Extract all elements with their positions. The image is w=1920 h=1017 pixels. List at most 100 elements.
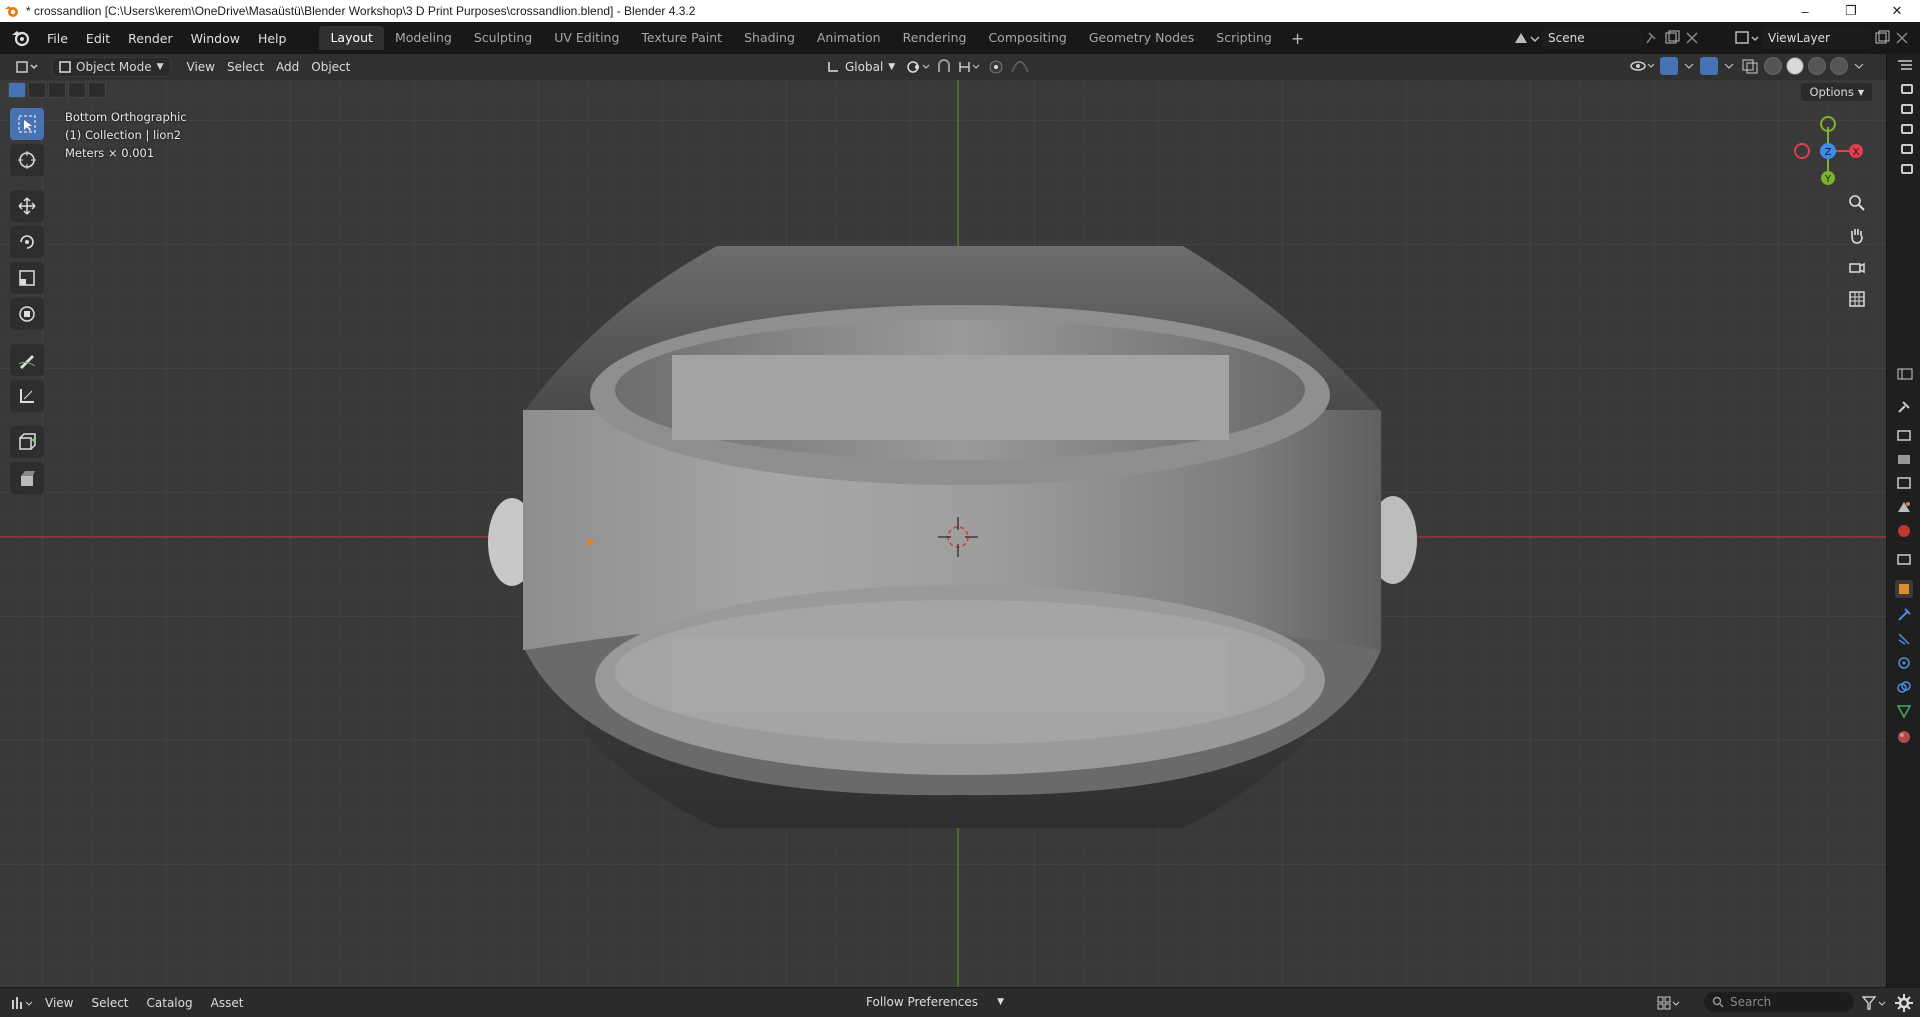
solid-shading-icon[interactable] [1786, 57, 1804, 75]
tool-settings-icon[interactable] [1895, 398, 1913, 416]
menu-edit[interactable]: Edit [77, 27, 119, 50]
select-subtract-icon[interactable] [48, 82, 66, 98]
outliner-type-icon[interactable] [1896, 58, 1914, 72]
camera-visibility-icon[interactable] [1901, 164, 1913, 174]
new-scene-icon[interactable] [1662, 29, 1682, 47]
output-properties-icon[interactable] [1895, 450, 1913, 468]
camera-view-icon[interactable] [1846, 256, 1868, 278]
extrude-tool[interactable] [10, 462, 44, 494]
maximize-button[interactable]: ❐ [1828, 0, 1874, 22]
navigation-gizmo[interactable]: Z X Y [1776, 100, 1886, 190]
camera-visibility-icon[interactable] [1901, 104, 1913, 114]
transform-tool[interactable] [10, 298, 44, 330]
menu-window[interactable]: Window [182, 27, 249, 50]
select-intersect-icon[interactable] [88, 82, 106, 98]
import-method-dropdown[interactable]: Follow Preferences ▼ [860, 992, 1010, 1012]
rendered-shading-icon[interactable] [1830, 57, 1848, 75]
pin-icon[interactable] [1642, 29, 1662, 47]
tab-scripting[interactable]: Scripting [1205, 26, 1283, 50]
world-properties-icon[interactable] [1895, 522, 1913, 540]
select-invert-icon[interactable] [68, 82, 86, 98]
tab-rendering[interactable]: Rendering [892, 26, 978, 50]
properties-type-icon[interactable] [1896, 367, 1914, 381]
orientation-dropdown[interactable]: Global ▼ [820, 57, 901, 77]
proportional-edit-icon[interactable] [987, 58, 1005, 76]
scene-name-field[interactable]: Scene [1542, 27, 1642, 49]
particles-properties-icon[interactable] [1895, 630, 1913, 648]
material-shading-icon[interactable] [1808, 57, 1826, 75]
scene-selector[interactable]: Scene [1512, 26, 1702, 50]
cursor-tool[interactable] [10, 144, 44, 176]
data-properties-icon[interactable] [1895, 702, 1913, 720]
annotate-tool[interactable] [10, 344, 44, 376]
zoom-icon[interactable] [1846, 192, 1868, 214]
remove-view-layer-icon[interactable] [1892, 29, 1912, 47]
menu-catalog[interactable]: Catalog [138, 996, 202, 1010]
select-new-icon[interactable] [8, 82, 26, 98]
object-properties-icon[interactable] [1895, 580, 1913, 598]
chevron-down-icon[interactable] [1852, 57, 1866, 75]
tab-modeling[interactable]: Modeling [384, 26, 463, 50]
display-mode-icon[interactable] [1656, 994, 1682, 1012]
view-layer-icon[interactable] [1732, 29, 1762, 47]
move-tool[interactable] [10, 190, 44, 222]
physics-properties-icon[interactable] [1895, 654, 1913, 672]
wireframe-shading-icon[interactable] [1764, 57, 1782, 75]
menu-select[interactable]: Select [82, 996, 137, 1010]
camera-visibility-icon[interactable] [1901, 124, 1913, 134]
tab-shading[interactable]: Shading [733, 26, 806, 50]
chevron-down-icon[interactable] [1682, 57, 1696, 75]
add-workspace-button[interactable]: + [1283, 29, 1312, 48]
menu-object[interactable]: Object [305, 57, 356, 77]
select-box-tool[interactable] [10, 108, 44, 140]
xray-toggle-icon[interactable] [1740, 57, 1760, 75]
menu-view[interactable]: View [36, 996, 82, 1010]
gizmo-toggle-icon[interactable] [1660, 57, 1678, 75]
pivot-point-icon[interactable] [905, 58, 931, 76]
gear-icon[interactable] [1894, 993, 1914, 1013]
menu-render[interactable]: Render [119, 27, 182, 50]
pan-hand-icon[interactable] [1846, 224, 1868, 246]
tab-sculpting[interactable]: Sculpting [463, 26, 543, 50]
menu-view[interactable]: View [181, 57, 221, 77]
camera-visibility-icon[interactable] [1901, 144, 1913, 154]
render-properties-icon[interactable] [1895, 426, 1913, 444]
scale-tool[interactable] [10, 262, 44, 294]
filter-icon[interactable] [1860, 994, 1890, 1012]
menu-select[interactable]: Select [221, 57, 270, 77]
tab-geometry-nodes[interactable]: Geometry Nodes [1078, 26, 1205, 50]
menu-asset[interactable]: Asset [202, 996, 253, 1010]
view-layer-properties-icon[interactable] [1895, 474, 1913, 492]
overlays-toggle-icon[interactable] [1700, 57, 1718, 75]
view-layer-selector[interactable]: ViewLayer [1732, 26, 1912, 50]
minimize-button[interactable]: – [1782, 0, 1828, 22]
chevron-down-icon[interactable] [1722, 57, 1736, 75]
select-extend-icon[interactable] [28, 82, 46, 98]
snap-icon[interactable] [935, 58, 953, 76]
new-view-layer-icon[interactable] [1872, 29, 1892, 47]
3d-viewport[interactable]: Bottom Orthographic (1) Collection | lio… [0, 80, 1886, 987]
asset-editor-type-button[interactable] [10, 994, 36, 1012]
editor-type-button[interactable] [8, 57, 46, 77]
scene-icon[interactable] [1512, 29, 1542, 47]
close-button[interactable]: ✕ [1874, 0, 1920, 22]
rotate-tool[interactable] [10, 226, 44, 258]
menu-help[interactable]: Help [249, 27, 296, 50]
constraints-properties-icon[interactable] [1895, 678, 1913, 696]
tab-compositing[interactable]: Compositing [977, 26, 1077, 50]
add-cube-tool[interactable] [10, 426, 44, 458]
view-layer-name-field[interactable]: ViewLayer [1762, 27, 1872, 49]
snap-target-icon[interactable] [957, 58, 983, 76]
scene-properties-icon[interactable] [1895, 498, 1913, 516]
remove-scene-icon[interactable] [1682, 29, 1702, 47]
orthographic-grid-icon[interactable] [1846, 288, 1868, 310]
modifier-properties-icon[interactable] [1895, 606, 1913, 624]
collection-properties-icon[interactable] [1895, 550, 1913, 568]
measure-tool[interactable] [10, 380, 44, 412]
menu-add[interactable]: Add [270, 57, 305, 77]
object-mode-dropdown[interactable]: Object Mode ▼ [52, 57, 171, 77]
tab-texture-paint[interactable]: Texture Paint [630, 26, 733, 50]
tab-animation[interactable]: Animation [806, 26, 892, 50]
options-dropdown[interactable]: Options ▼ [1801, 83, 1872, 101]
menu-file[interactable]: File [38, 27, 77, 50]
